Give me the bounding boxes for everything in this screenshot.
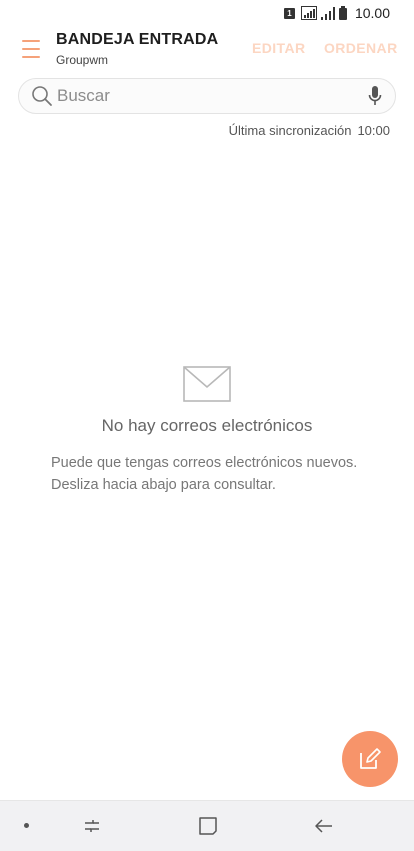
battery-icon xyxy=(338,6,347,20)
back-icon[interactable] xyxy=(312,814,336,838)
last-sync-info: Última sincronización 10:00 xyxy=(229,123,390,138)
email-inbox-screen: 1 10.00 BANDEJA ENTRADA Groupwm EDITAR O… xyxy=(0,0,414,851)
recent-apps-icon[interactable] xyxy=(80,814,104,838)
home-icon[interactable] xyxy=(196,814,220,838)
account-name: Groupwm xyxy=(56,53,109,67)
wifi-signal-icon xyxy=(300,6,317,20)
search-icon xyxy=(32,86,52,106)
empty-state-title: No hay correos electrónicos xyxy=(101,416,313,435)
mailbox-title-block: BANDEJA ENTRADA Groupwm xyxy=(56,31,218,67)
empty-state-description: Puede que tengas correos electrónicos nu… xyxy=(51,455,358,493)
mailbox-title: BANDEJA ENTRADA xyxy=(56,31,219,48)
edit-button[interactable]: EDITAR xyxy=(252,40,305,56)
system-navigation-bar xyxy=(0,800,414,851)
envelope-icon xyxy=(183,366,231,402)
cell-signal-icon xyxy=(320,6,335,20)
mic-icon[interactable] xyxy=(367,85,383,107)
status-bar: 1 10.00 xyxy=(0,0,414,26)
hamburger-menu-icon[interactable] xyxy=(22,40,40,58)
sim-icon: 1 xyxy=(283,7,295,19)
search-bar[interactable]: Buscar xyxy=(18,78,396,114)
search-input[interactable]: Buscar xyxy=(57,86,367,106)
last-sync-label: Última sincronización xyxy=(228,123,352,138)
nav-indicator-dot xyxy=(24,823,29,828)
last-sync-time: 10:00 xyxy=(357,123,390,138)
sort-button[interactable]: ORDENAR xyxy=(324,40,398,56)
compose-icon xyxy=(360,748,381,769)
status-time: 10.00 xyxy=(354,5,390,21)
compose-button[interactable] xyxy=(342,731,398,787)
app-header: BANDEJA ENTRADA Groupwm EDITAR ORDENAR xyxy=(0,28,414,72)
